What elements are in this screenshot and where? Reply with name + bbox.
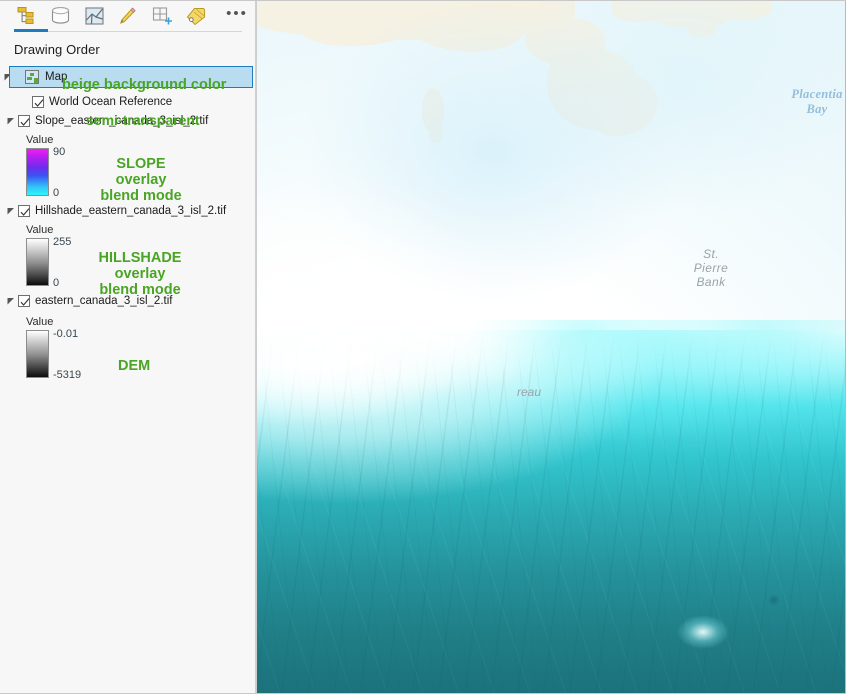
legend-title-dem: Value [26,316,255,328]
pencil-edit-icon[interactable] [116,3,141,29]
legend-min-hillshade: 0 [53,277,59,289]
toolbar-rail [14,31,242,32]
more-options-button[interactable]: ••• [225,3,249,29]
legend-dem: Value -0.01 -5319 [26,316,255,378]
map-feature-icon[interactable] [82,3,107,29]
legend-ticks-hillshade: 255 0 [53,238,117,286]
table-of-contents: Map World Ocean Reference Slope_eas [0,66,255,378]
layer-row-dem[interactable]: eastern_canada_3_isl_2.tif [0,291,255,310]
arcgis-pro-window: ••• Drawing Order Map [0,0,846,694]
map-row-label: Map [45,71,67,83]
add-grid-icon[interactable] [149,3,174,29]
legend-title-slope: Value [26,134,255,146]
layer-checkbox-hillshade[interactable] [18,205,30,217]
contents-tree-icon[interactable] [14,3,39,29]
legend-min-slope: 0 [53,187,59,199]
color-ramp-slope [26,148,49,196]
window-top-border [0,0,846,1]
legend-max-hillshade: 255 [53,236,71,248]
layer-row-hillshade[interactable]: Hillshade_eastern_canada_3_isl_2.tif [0,201,255,220]
legend-ticks-slope: 90 0 [53,148,117,196]
database-icon[interactable] [48,3,73,29]
legend-slope: Value 90 0 [26,134,255,196]
legend-hillshade: Value 255 0 [26,224,255,286]
layer-expander-dem-icon[interactable] [4,291,18,310]
legend-max-dem: -0.01 [53,328,78,340]
color-ramp-hillshade [26,238,49,286]
color-ramp-dem [26,330,49,378]
layer-expander-hillshade-icon[interactable] [4,201,18,220]
legend-max-slope: 90 [53,146,65,158]
active-tab-underline [14,29,48,32]
layer-row-world-ocean-reference[interactable]: World Ocean Reference [0,92,255,111]
layer-label-slope[interactable]: Slope_eastern_canada_3_isl_2.tif [35,115,208,127]
layer-label-hillshade[interactable]: Hillshade_eastern_canada_3_isl_2.tif [35,205,226,217]
contents-toolbar: ••• [0,0,255,30]
map-view[interactable]: Placentia Bay St. Pierre Bank Grand Bank… [256,0,846,694]
legend-min-dem: -5319 [53,369,81,381]
contents-pane: ••• Drawing Order Map [0,0,256,694]
layer-label-world-ocean-reference[interactable]: World Ocean Reference [49,96,172,108]
layer-label-dem[interactable]: eastern_canada_3_isl_2.tif [35,295,172,307]
legend-title-hillshade: Value [26,224,255,236]
legend-ticks-dem: -0.01 -5319 [53,330,117,378]
layer-checkbox-dem[interactable] [18,295,30,307]
layer-expander-slope-icon[interactable] [4,111,18,130]
layer-checkbox-slope[interactable] [18,115,30,127]
drawing-order-header: Drawing Order [14,42,255,57]
label-tag-icon[interactable] [183,3,208,29]
map-deep-holes [257,0,845,694]
map-thumbnail-icon [25,70,39,84]
map-row[interactable]: Map [9,66,253,88]
layer-checkbox-world-ocean-reference[interactable] [32,96,44,108]
layer-row-slope[interactable]: Slope_eastern_canada_3_isl_2.tif [0,111,255,130]
